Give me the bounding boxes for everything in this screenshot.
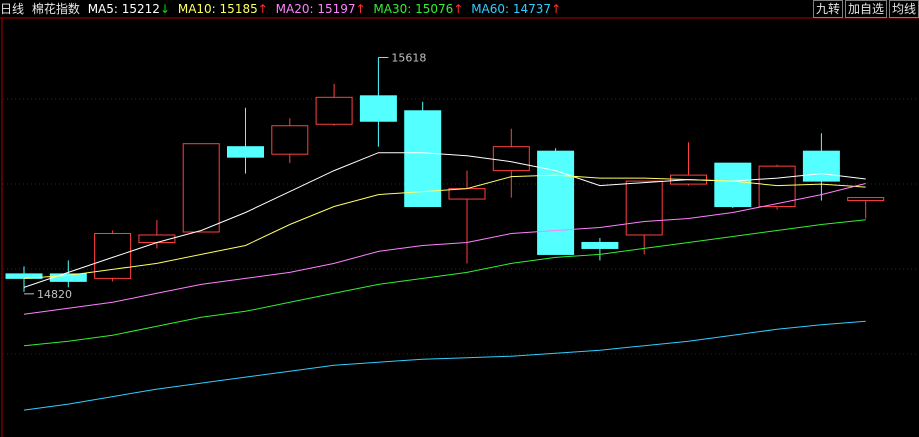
candle-body [94,232,132,279]
candlestick-chart: 15618 14820 [0,17,919,437]
ma-line [23,320,866,411]
ma10-label: MA10: [177,2,216,16]
ma20-value: 15197 [317,2,356,16]
ma5-arrow: ↓ [159,2,171,16]
index-name: 棉花指数 [31,2,80,16]
candle-body [581,241,619,249]
candle-body [448,188,486,200]
candle-body [625,180,663,236]
ma30-label: MA30: [373,2,412,16]
jiuzhuan-button[interactable]: 九转 [812,0,843,18]
ma5-value: 15212 [121,2,160,16]
candle-body [182,143,220,233]
ma60-value: 14737 [512,2,552,16]
chart-header: 日线 棉花指数 MA5: 15212↓ MA10: 15185↑ MA20: 1… [0,0,919,18]
ma30-legend: MA30: 15076↑ [373,2,463,16]
candle-body [847,197,885,202]
ma60-label: MA60: [471,2,510,16]
ma30-value: 15076 [415,2,454,16]
high-price-label: 15618 [391,52,426,65]
ma60-legend: MA60: 14737↑ [471,2,561,16]
ma60-arrow: ↑ [551,2,562,16]
ma10-legend: MA10: 15185↑ [178,2,268,16]
ma10-value: 15185 [219,2,258,16]
ma20-legend: MA20: 15197↑ [276,2,366,16]
candle-body [227,146,264,158]
toolbar-buttons: 九转 加自选 均线 [812,0,919,18]
candle-body [315,96,353,125]
ma30-arrow: ↑ [453,2,464,16]
ma20-arrow: ↑ [355,2,366,16]
average-line-button[interactable]: 均线 [888,0,919,18]
candle-body [492,146,530,172]
candle-body [714,162,752,208]
candle-body [537,150,575,255]
low-price-label: 14820 [37,288,72,301]
candle-body [802,150,840,182]
period-label: 日线 [0,2,25,16]
add-watchlist-button[interactable]: 加自选 [844,0,887,18]
candle-body [758,165,796,208]
ma5-legend: MA5: 15212↓ [88,2,170,16]
ma10-arrow: ↑ [257,2,268,16]
ma5-label: MA5: [87,2,118,16]
candle-body [271,125,309,155]
ma20-label: MA20: [275,2,314,16]
candle-body [359,95,397,122]
